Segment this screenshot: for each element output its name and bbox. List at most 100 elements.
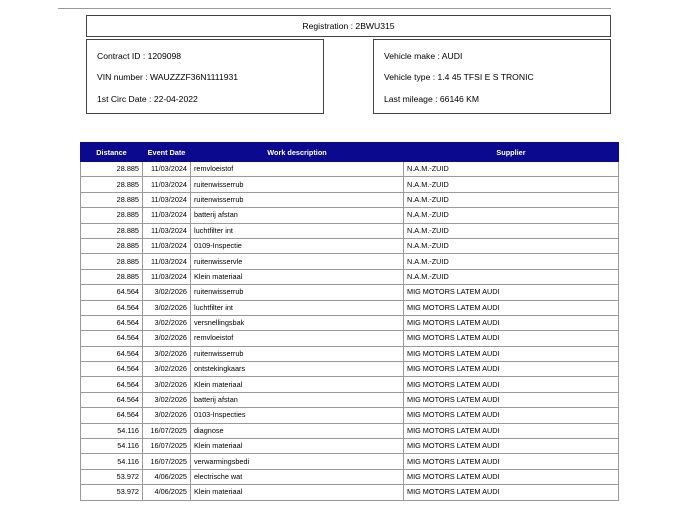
cell-event-date: 11/03/2024 — [142, 222, 191, 239]
table-row: 28.885 11/03/2024 0109-Inspectie N.A.M.-ZUI… — [80, 237, 619, 255]
cell-work-description: remvloeistof — [190, 160, 404, 178]
table-row: 64.564 3/02/2026 luchtfilter int MIG MOTORS… — [80, 299, 619, 316]
cell-event-date: 11/03/2024 — [142, 253, 191, 270]
cell-supplier: MIG MOTORS LATEM AUDI — [403, 361, 619, 378]
column-header-distance: Distance — [80, 142, 143, 162]
cell-work-description: 0103-Inspecties — [190, 407, 404, 424]
table-row: 64.564 3/02/2026 ruitenwisserrub MIG MOTORS… — [80, 345, 619, 363]
cell-distance: 64.564 — [80, 299, 143, 316]
cell-work-description: ruitenwisserrub — [190, 191, 404, 209]
table-row: 64.564 3/02/2026 versnellingsbak MIG MOTORS… — [80, 314, 619, 332]
cell-event-date: 11/03/2024 — [142, 176, 191, 193]
cell-work-description: ruitenwisserrub — [190, 284, 404, 301]
cell-distance: 28.885 — [80, 268, 143, 286]
cell-distance: 28.885 — [80, 237, 143, 255]
cell-distance: 64.564 — [80, 314, 143, 332]
cell-work-description: verwarmingsbedi — [190, 453, 404, 470]
table-row: 54.116 16/07/2025 Klein materiaal MIG MOTOR… — [80, 438, 619, 455]
table-row: 53.972 4/06/2025 Klein materiaal MIG MOTORS… — [80, 484, 619, 501]
cell-distance: 54.116 — [80, 453, 143, 470]
cell-work-description: ruitenwisservle — [190, 253, 404, 270]
cell-work-description: versnellingsbak — [190, 314, 404, 332]
table-row: 53.972 4/06/2025 electrische wat MIG MOTORS… — [80, 468, 619, 486]
cell-supplier: N.A.M.-ZUID — [403, 160, 619, 178]
cell-distance: 54.116 — [80, 422, 143, 440]
cell-work-description: diagnose — [190, 422, 404, 440]
table-row: 28.885 11/03/2024 batterij afstan N.A.M.-ZU… — [80, 207, 619, 224]
cell-supplier: N.A.M.-ZUID — [403, 253, 619, 270]
cell-supplier: MIG MOTORS LATEM AUDI — [403, 391, 619, 409]
table-row: 64.564 3/02/2026 Klein materiaal MIG MOTORS… — [80, 376, 619, 393]
cell-distance: 53.972 — [80, 484, 143, 501]
table-row: 64.564 3/02/2026 ontstekingkaars MIG MOTORS… — [80, 361, 619, 378]
cell-supplier: MIG MOTORS LATEM AUDI — [403, 468, 619, 486]
table-row: 28.885 11/03/2024 remvloeistof N.A.M.-ZUID — [80, 160, 619, 178]
cell-event-date: 4/06/2025 — [142, 484, 191, 501]
cell-work-description: 0109-Inspectie — [190, 237, 404, 255]
cell-distance: 64.564 — [80, 391, 143, 409]
last-mileage: Last mileage : 66146 KM — [384, 94, 480, 104]
cell-event-date: 3/02/2026 — [142, 361, 191, 378]
contract-info-box: Contract ID : 1209098 VIN number : WAUZZ… — [86, 39, 324, 114]
cell-supplier: N.A.M.-ZUID — [403, 176, 619, 193]
table-row: 64.564 3/02/2026 ruitenwisserrub MIG MOTORS… — [80, 284, 619, 301]
cell-event-date: 4/06/2025 — [142, 468, 191, 486]
cell-event-date: 3/02/2026 — [142, 376, 191, 393]
maintenance-history-table: Distance Event Date Work description Sup… — [80, 142, 619, 501]
cell-event-date: 11/03/2024 — [142, 268, 191, 286]
cell-event-date: 3/02/2026 — [142, 314, 191, 332]
cell-event-date: 16/07/2025 — [142, 422, 191, 440]
cell-supplier: MIG MOTORS LATEM AUDI — [403, 299, 619, 316]
cell-work-description: Klein materiaal — [190, 268, 404, 286]
table-row: 28.885 11/03/2024 ruitenwisserrub N.A.M.-ZU… — [80, 176, 619, 193]
cell-work-description: Klein materiaal — [190, 438, 404, 455]
cell-event-date: 16/07/2025 — [142, 438, 191, 455]
cell-distance: 28.885 — [80, 160, 143, 178]
cell-distance: 28.885 — [80, 222, 143, 239]
cell-distance: 28.885 — [80, 176, 143, 193]
cell-supplier: MIG MOTORS LATEM AUDI — [403, 314, 619, 332]
cell-work-description: Klein materiaal — [190, 376, 404, 393]
cell-event-date: 3/02/2026 — [142, 345, 191, 363]
cell-event-date: 16/07/2025 — [142, 453, 191, 470]
table-row: 64.564 3/02/2026 remvloeistof MIG MOTORS LA… — [80, 330, 619, 347]
column-header-event-date: Event Date — [142, 142, 191, 162]
cell-supplier: MIG MOTORS LATEM AUDI — [403, 484, 619, 501]
cell-work-description: ruitenwisserrub — [190, 176, 404, 193]
cell-supplier: MIG MOTORS LATEM AUDI — [403, 407, 619, 424]
cell-supplier: MIG MOTORS LATEM AUDI — [403, 453, 619, 470]
cell-work-description: electrische wat — [190, 468, 404, 486]
cell-work-description: Klein materiaal — [190, 484, 404, 501]
column-header-work-description: Work description — [190, 142, 404, 162]
table-header-row: Distance Event Date Work description Sup… — [80, 142, 619, 162]
cell-distance: 64.564 — [80, 330, 143, 347]
cell-distance: 28.885 — [80, 253, 143, 270]
cell-distance: 53.972 — [80, 468, 143, 486]
cell-work-description: batterij afstan — [190, 207, 404, 224]
cell-work-description: luchtfilter int — [190, 222, 404, 239]
cell-supplier: MIG MOTORS LATEM AUDI — [403, 422, 619, 440]
cell-supplier: N.A.M.-ZUID — [403, 222, 619, 239]
cell-distance: 54.116 — [80, 438, 143, 455]
table-row: 54.116 16/07/2025 verwarmingsbedi MIG MOTOR… — [80, 453, 619, 470]
registration-label: Registration : 2BWU315 — [302, 21, 395, 31]
cell-supplier: MIG MOTORS LATEM AUDI — [403, 376, 619, 393]
table-row: 54.116 16/07/2025 diagnose MIG MOTORS LATEM… — [80, 422, 619, 440]
cell-event-date: 11/03/2024 — [142, 191, 191, 209]
registration-box: Registration : 2BWU315 — [86, 15, 611, 37]
cell-supplier: MIG MOTORS LATEM AUDI — [403, 438, 619, 455]
table-row: 28.885 11/03/2024 ruitenwisserrub N.A.M.-ZU… — [80, 191, 619, 209]
top-divider — [58, 8, 611, 9]
cell-event-date: 11/03/2024 — [142, 160, 191, 178]
cell-supplier: N.A.M.-ZUID — [403, 237, 619, 255]
first-circ-date: 1st Circ Date : 22-04-2022 — [97, 94, 198, 104]
cell-event-date: 3/02/2026 — [142, 407, 191, 424]
column-header-supplier: Supplier — [403, 142, 619, 162]
cell-work-description: batterij afstan — [190, 391, 404, 409]
cell-work-description: remvloeistof — [190, 330, 404, 347]
cell-distance: 28.885 — [80, 207, 143, 224]
cell-event-date: 3/02/2026 — [142, 391, 191, 409]
table-row: 64.564 3/02/2026 0103-Inspecties MIG MOTORS… — [80, 407, 619, 424]
cell-distance: 64.564 — [80, 345, 143, 363]
table-row: 28.885 11/03/2024 Klein materiaal N.A.M.-ZU… — [80, 268, 619, 286]
